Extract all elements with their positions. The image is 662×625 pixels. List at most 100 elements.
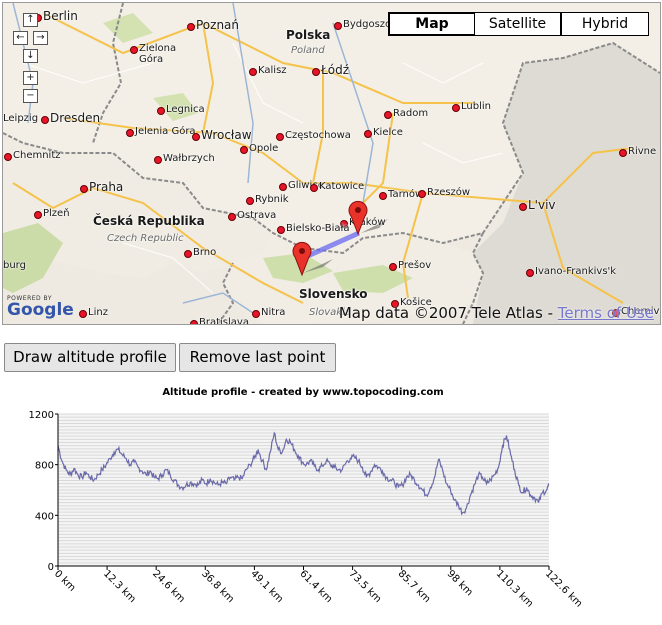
city-label: Lublin (461, 101, 491, 112)
city-dot (379, 192, 387, 200)
city-dot (4, 153, 12, 161)
city-dot (279, 183, 287, 191)
city-label: Bratislava (199, 317, 249, 325)
map-attribution: Map data ©2007 Tele Atlas - Terms of Use (339, 304, 654, 322)
city-label: Częstochowa (285, 130, 351, 141)
city-dot (619, 149, 627, 157)
city-dot (276, 133, 284, 141)
map-type-map[interactable]: Map (388, 12, 476, 36)
city-dot (249, 68, 257, 76)
x-tick-label: 73.5 km (346, 568, 383, 605)
x-tick-label: 85.7 km (396, 568, 433, 605)
city-dot (126, 129, 134, 137)
x-tick-label: 49.1 km (248, 568, 285, 605)
city-dot (228, 213, 236, 221)
city-dot (154, 156, 162, 164)
chart-title: Altitude profile - created by www.topoco… (162, 387, 444, 398)
city-label: L'viv (528, 198, 556, 212)
city-label: Kalisz (258, 65, 287, 76)
city-label: burg (3, 260, 26, 271)
pan-down-button[interactable]: ↓ (23, 49, 38, 63)
city-label: Wałbrzych (163, 153, 215, 164)
y-tick-label: 800 (35, 461, 54, 472)
city-label: Linz (88, 307, 108, 318)
city-dot (252, 310, 260, 318)
city-dot (310, 184, 318, 192)
city-label: Slovensko (299, 287, 368, 301)
city-dot (384, 111, 392, 119)
city-dot (418, 190, 426, 198)
city-label: Rivne (628, 146, 657, 157)
city-label: Katowice (319, 181, 365, 192)
city-label: Radom (393, 108, 429, 119)
map-type-satellite[interactable]: Satellite (474, 12, 561, 36)
x-tick-label: 24.6 km (150, 568, 187, 605)
x-tick-label: 110.3 km (494, 568, 535, 609)
pan-right-button[interactable]: → (33, 31, 48, 45)
city-label: Rzeszów (427, 187, 471, 198)
city-dot (526, 269, 534, 277)
city-dot (80, 185, 88, 193)
city-label: Ivano-Frankivs'k (535, 266, 617, 277)
city-dot (240, 146, 248, 154)
x-tick-label: 0 km (52, 568, 78, 594)
map-view[interactable]: Berlin Poznań Polska Poland Bydgoszcz Zielona… (2, 2, 661, 325)
chart-x-axis: 0 km 12.3 km 24.6 km 36.8 km 49.1 km 61.4 km 7… (52, 566, 584, 610)
city-label: Jelenia Góra (135, 126, 196, 137)
y-tick-label: 0 (48, 562, 54, 573)
city-label: Poland (291, 45, 325, 56)
city-label: Legnica (166, 104, 205, 115)
attribution-text: Map data ©2007 Tele Atlas - (338, 304, 558, 322)
city-dot (277, 226, 285, 234)
terms-of-use-link[interactable]: Terms of Use (558, 304, 654, 322)
google-wordmark: Google (7, 300, 74, 320)
pan-up-button[interactable]: ↑ (23, 13, 38, 27)
city-label: Praha (89, 180, 124, 194)
city-dot (519, 203, 527, 211)
city-label: Wrocław (201, 128, 252, 142)
city-label: Zielona Góra (139, 43, 177, 65)
x-tick-label: 98 km (445, 568, 475, 598)
city-dot (364, 130, 372, 138)
route-end-marker[interactable] (347, 200, 369, 236)
city-dot (312, 68, 320, 76)
city-label: Łódź (321, 63, 350, 77)
zoom-in-button[interactable]: + (23, 71, 38, 85)
city-dot (452, 104, 460, 112)
city-dot (192, 133, 200, 141)
city-dot (79, 310, 87, 318)
city-label: Rybnik (255, 194, 289, 205)
city-dot (389, 263, 397, 271)
route-start-marker[interactable] (291, 241, 313, 277)
city-label: Ostrava (237, 210, 277, 221)
city-label: Opole (249, 143, 279, 154)
altitude-profile-chart: 0 400 800 1200 0 km 12.3 km 24.6 km 36.8 km 49.… (29, 410, 585, 610)
city-dot (190, 320, 198, 324)
city-label: Česká Republika (93, 214, 205, 228)
zoom-out-button[interactable]: − (23, 89, 38, 103)
city-label: Kielce (373, 127, 403, 138)
city-dot (157, 107, 165, 115)
city-label: Czech Republic (107, 233, 184, 244)
x-tick-label: 12.3 km (101, 568, 138, 605)
city-label: Leipzig (3, 113, 39, 124)
x-tick-label: 36.8 km (199, 568, 236, 605)
draw-altitude-profile-button[interactable]: Draw altitude profile (4, 343, 176, 372)
city-dot (334, 22, 342, 30)
y-tick-label: 1200 (29, 410, 54, 421)
city-label: Poznań (196, 18, 240, 32)
city-dot (41, 116, 49, 124)
city-label: Brno (193, 247, 217, 258)
google-logo[interactable]: POWERED BY Google (7, 295, 74, 320)
city-dot (184, 250, 192, 258)
y-tick-label: 400 (35, 511, 54, 522)
map-type-hybrid[interactable]: Hybrid (561, 12, 649, 36)
x-tick-label: 122.6 km (543, 568, 584, 609)
city-label: Prešov (398, 260, 432, 271)
city-dot (34, 211, 42, 219)
city-dot (187, 23, 195, 31)
pan-left-button[interactable]: ← (13, 31, 28, 45)
city-label: Polska (286, 28, 331, 42)
remove-last-point-button[interactable]: Remove last point (179, 343, 336, 372)
city-label: Dresden (50, 111, 101, 125)
